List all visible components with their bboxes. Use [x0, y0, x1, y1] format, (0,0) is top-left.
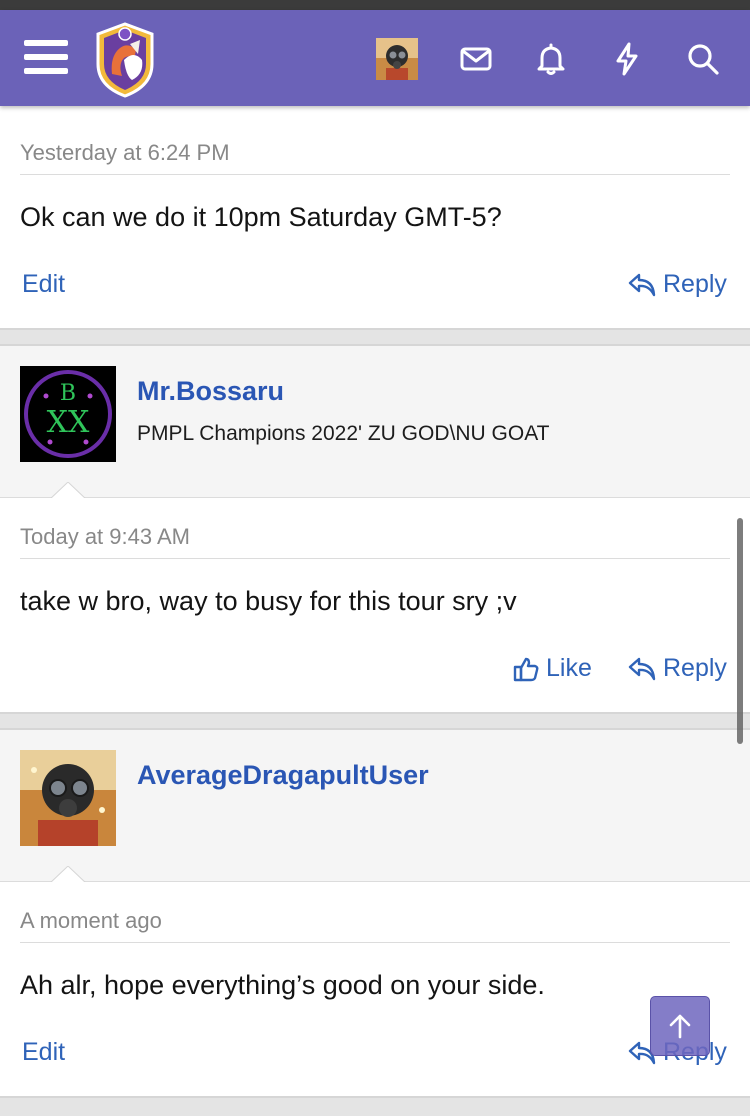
arrow-up-icon: [669, 1014, 691, 1039]
post-timestamp[interactable]: Yesterday at 6:24 PM: [20, 140, 230, 166]
reply-button[interactable]: Reply: [627, 270, 727, 299]
bell-icon[interactable]: [533, 41, 569, 77]
reply-icon: [628, 657, 656, 680]
post-body: Yesterday at 6:24 PM Ok can we do it 10p…: [0, 106, 750, 330]
divider: [20, 942, 730, 943]
author-username[interactable]: AverageDragapultUser: [137, 760, 429, 791]
reply-button[interactable]: Reply: [627, 654, 727, 683]
author-title: PMPL Champions 2022' ZU GOD\NU GOAT: [137, 422, 550, 445]
author-username[interactable]: Mr.Bossaru: [137, 376, 284, 407]
forum-logo-icon[interactable]: [90, 20, 160, 98]
edit-button[interactable]: Edit: [22, 1038, 65, 1067]
edit-button[interactable]: Edit: [22, 270, 65, 299]
svg-text:XX: XX: [47, 405, 90, 440]
mail-icon[interactable]: [458, 41, 494, 77]
post-body: A moment ago Ah alr, hope everything’s g…: [0, 882, 750, 1098]
post-timestamp[interactable]: Today at 9:43 AM: [20, 524, 190, 550]
post-body: Today at 9:43 AM take w bro, way to busy…: [0, 498, 750, 714]
status-strip: [0, 0, 750, 10]
scrollbar-thumb[interactable]: [737, 518, 743, 744]
author-avatar[interactable]: B XX: [20, 366, 116, 462]
svg-text:B: B: [60, 381, 76, 406]
author-avatar[interactable]: [20, 750, 116, 846]
edit-label: Edit: [22, 1038, 66, 1066]
reply-icon: [628, 273, 656, 296]
divider: [20, 558, 730, 559]
hamburger-menu-icon[interactable]: [24, 40, 68, 76]
reply-label: Reply: [663, 654, 727, 682]
user-avatar-icon[interactable]: [376, 38, 418, 80]
bolt-icon[interactable]: [609, 41, 645, 77]
divider: [20, 174, 730, 175]
post-author-block: AverageDragapultUser: [0, 728, 750, 886]
like-label: Like: [546, 654, 592, 682]
scroll-to-top-button[interactable]: [650, 996, 710, 1056]
post-timestamp[interactable]: A moment ago: [20, 908, 162, 934]
post-author-block: B XX Mr.Bossaru PMPL Champions 2022' ZU …: [0, 344, 750, 502]
post-text: Ok can we do it 10pm Saturday GMT-5?: [20, 202, 502, 232]
like-button[interactable]: Like: [512, 654, 592, 683]
app-header: [0, 10, 750, 106]
search-icon[interactable]: [685, 41, 721, 77]
thumbs-up-icon: [513, 657, 539, 681]
edit-label: Edit: [22, 270, 66, 298]
post-text: take w bro, way to busy for this tour sr…: [20, 586, 517, 616]
post-text: Ah alr, hope everything’s good on your s…: [20, 970, 545, 1000]
reply-label: Reply: [663, 270, 727, 298]
